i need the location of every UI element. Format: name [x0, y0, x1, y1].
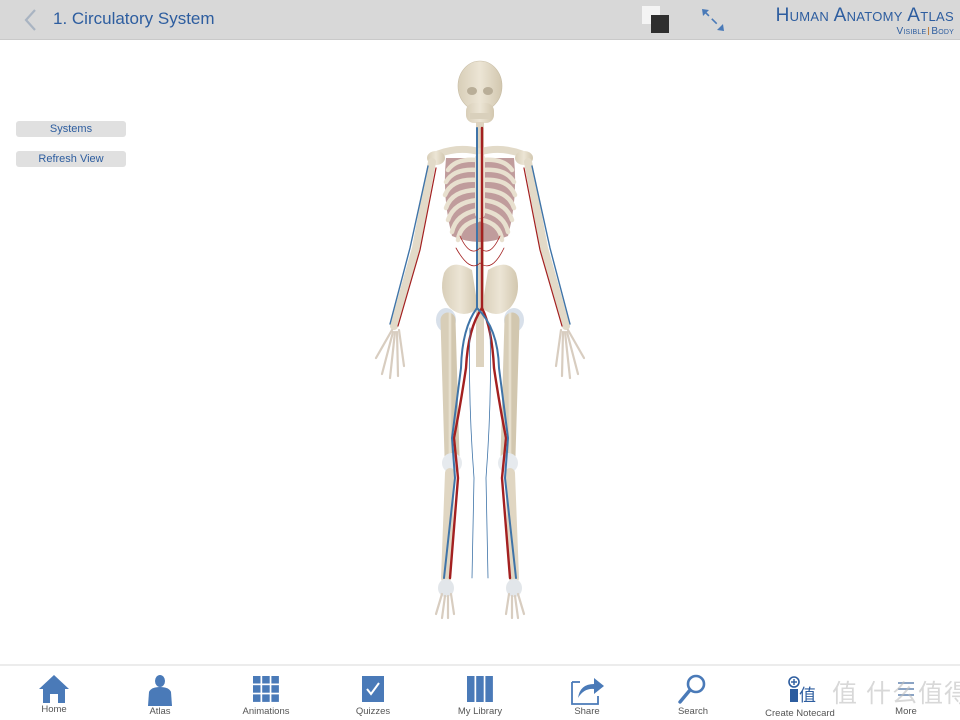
tab-animations[interactable]: Animations [213, 666, 319, 720]
search-icon [678, 674, 706, 704]
header-bar: 1. Circulatory System Human Anatomy Atla… [0, 0, 960, 40]
rib-cage [442, 154, 518, 243]
tab-my-library[interactable]: My Library [427, 666, 533, 720]
tab-label: Home [41, 704, 67, 715]
expand-button[interactable] [700, 7, 726, 33]
bottom-tab-bar: Home Atlas Animations Quizzes My Library… [0, 664, 960, 720]
tab-label: Search [677, 706, 709, 717]
tab-label: Create Notecard [765, 708, 835, 719]
feet [434, 579, 526, 620]
tab-label: Atlas [149, 706, 171, 717]
tab-label: Animations [242, 706, 290, 717]
brand-title: Human Anatomy Atlas [775, 5, 954, 26]
tab-quizzes[interactable]: Quizzes [320, 666, 426, 720]
library-icon [467, 676, 493, 702]
tab-more[interactable]: More [853, 666, 959, 720]
tab-home[interactable]: Home [1, 666, 107, 720]
brand-logo: Human Anatomy Atlas Visible Body [775, 5, 954, 38]
more-icon [898, 682, 914, 696]
home-icon [39, 675, 69, 703]
tab-search[interactable]: Search [640, 666, 746, 720]
expand-arrows-icon [702, 9, 724, 31]
tab-atlas[interactable]: Atlas [107, 666, 213, 720]
svg-text:值: 值 [799, 686, 816, 706]
page-title: 1. Circulatory System [53, 9, 215, 28]
tab-label: Share [574, 706, 600, 717]
checkbox-icon [362, 676, 384, 702]
skull [457, 60, 503, 123]
skeleton-figure[interactable] [360, 58, 600, 623]
refresh-view-button[interactable]: Refresh View [16, 151, 126, 167]
notecard-icon: 值 [788, 676, 816, 706]
background-toggle-button[interactable] [642, 6, 670, 34]
tab-label: Quizzes [355, 706, 391, 717]
app-window: 1. Circulatory System Human Anatomy Atla… [0, 0, 960, 720]
brand-sub-left: Visible [896, 26, 927, 37]
tab-label: My Library [457, 706, 503, 717]
back-button[interactable] [22, 8, 40, 32]
tab-label: More [895, 706, 917, 717]
share-icon [571, 678, 604, 705]
anatomy-model-viewport[interactable] [360, 58, 600, 623]
systems-button[interactable]: Systems [16, 121, 126, 137]
tab-create-notecard[interactable]: 值 Create Notecard [747, 666, 853, 720]
person-icon [148, 675, 172, 706]
grid-icon [253, 676, 279, 702]
brand-subtitle: Visible Body [776, 26, 954, 37]
dark-square-icon [651, 15, 669, 33]
brand-sub-right: Body [931, 26, 954, 37]
brand-mark-icon [928, 27, 930, 35]
chevron-left-icon [24, 9, 36, 31]
tab-share[interactable]: Share [534, 666, 640, 720]
